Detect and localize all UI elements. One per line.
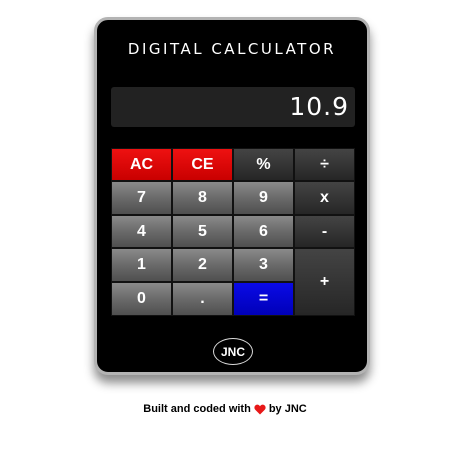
- divide-button[interactable]: ÷: [294, 148, 355, 181]
- multiply-button[interactable]: x: [294, 181, 355, 215]
- digit-3-button[interactable]: 3: [233, 248, 294, 282]
- digit-5-button[interactable]: 5: [172, 215, 233, 248]
- clear-entry-button[interactable]: CE: [172, 148, 233, 181]
- calculator-title: DIGITAL CALCULATOR: [127, 40, 337, 58]
- digit-1-button[interactable]: 1: [111, 248, 172, 282]
- digit-7-button[interactable]: 7: [111, 181, 172, 215]
- heart-icon: [254, 404, 266, 415]
- page: DIGITAL CALCULATOR 10.9 AC CE % ÷ 7 8 9 …: [0, 0, 450, 450]
- calculator-display: 10.9: [111, 87, 355, 127]
- footer-suffix: by JNC: [268, 403, 307, 415]
- footer-prefix: Built and coded with: [143, 403, 251, 415]
- subtract-button[interactable]: -: [294, 215, 355, 248]
- digit-0-button[interactable]: 0: [111, 282, 172, 316]
- equals-button[interactable]: =: [233, 282, 294, 316]
- all-clear-button[interactable]: AC: [111, 148, 172, 181]
- jnc-badge: JNC: [213, 338, 253, 365]
- digit-6-button[interactable]: 6: [233, 215, 294, 248]
- digit-2-button[interactable]: 2: [172, 248, 233, 282]
- footer: Built and coded with by JNC: [0, 403, 450, 415]
- add-button[interactable]: +: [294, 248, 355, 316]
- calculator-body: DIGITAL CALCULATOR 10.9 AC CE % ÷ 7 8 9 …: [94, 17, 370, 375]
- digit-9-button[interactable]: 9: [233, 181, 294, 215]
- percent-button[interactable]: %: [233, 148, 294, 181]
- digit-4-button[interactable]: 4: [111, 215, 172, 248]
- keypad: AC CE % ÷ 7 8 9 x 4 5 6 - 1 2 3 + 0 . =: [111, 148, 355, 316]
- digit-8-button[interactable]: 8: [172, 181, 233, 215]
- decimal-button[interactable]: .: [172, 282, 233, 316]
